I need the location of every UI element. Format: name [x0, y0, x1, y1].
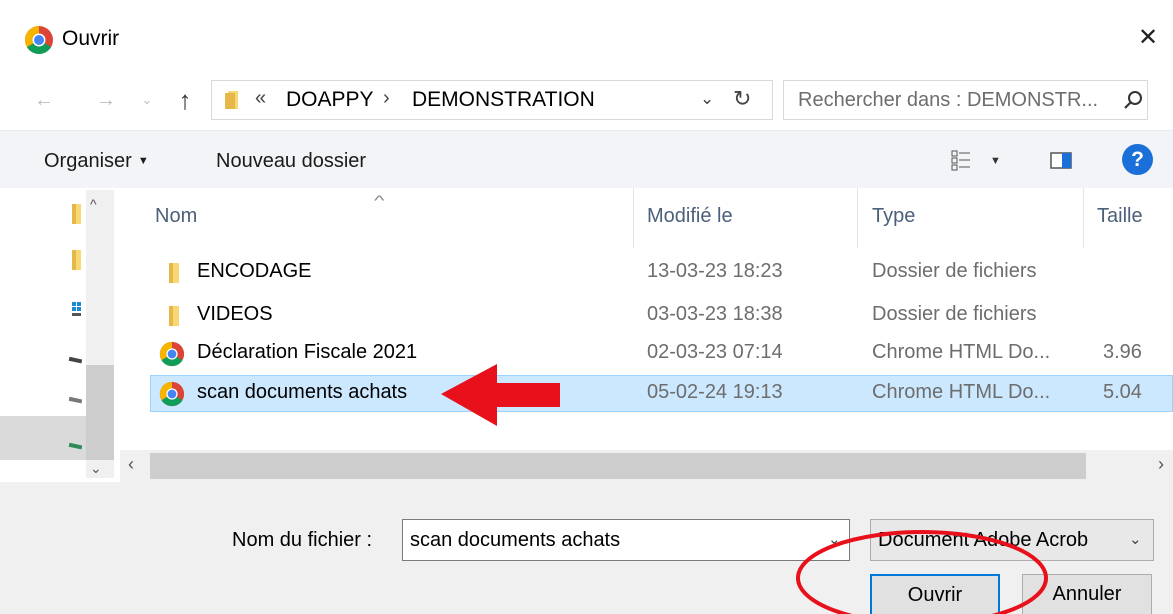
file-type: Chrome HTML Do...: [872, 341, 1051, 363]
file-row-videos[interactable]: VIDEOS 03-03-23 18:38 Dossier de fichier…: [150, 297, 1173, 334]
file-type-value: Document Adobe Acrob: [878, 529, 1089, 551]
breadcrumb-overflow[interactable]: «: [255, 87, 266, 110]
new-folder-button[interactable]: Nouveau dossier: [216, 150, 366, 173]
column-header-name[interactable]: Nom: [155, 205, 197, 228]
cancel-button[interactable]: Annuler: [1022, 574, 1152, 614]
windows-icon[interactable]: [66, 298, 82, 320]
search-input[interactable]: Rechercher dans : DEMONSTR...: [783, 80, 1148, 120]
column-divider[interactable]: [857, 188, 858, 248]
file-name: VIDEOS: [197, 303, 273, 325]
up-folder-button[interactable]: ↑: [171, 82, 199, 118]
folder-icon[interactable]: [66, 248, 82, 270]
navigation-pane: ^ ⌄: [0, 188, 115, 482]
horizontal-scrollbar[interactable]: ‹ ›: [120, 450, 1173, 482]
close-button[interactable]: ✕: [1128, 18, 1168, 58]
chevron-down-icon: ▼: [137, 155, 149, 167]
folder-icon[interactable]: [66, 202, 82, 224]
file-row-scan-documents-achats[interactable]: scan documents achats 05-02-24 19:13 Chr…: [150, 375, 1173, 412]
filename-history-dropdown[interactable]: ⌄: [828, 530, 841, 548]
file-modified: 02-03-23 07:14: [647, 341, 783, 363]
horizontal-scroll-thumb[interactable]: [150, 453, 1086, 479]
chevron-down-icon: ⌄: [1129, 531, 1142, 548]
column-header-modified[interactable]: Modifié le: [647, 205, 733, 228]
recent-locations-button[interactable]: ⌄: [137, 82, 157, 118]
file-name: ENCODAGE: [197, 260, 312, 282]
column-header-size[interactable]: Taille: [1097, 205, 1143, 228]
file-modified: 03-03-23 18:38: [647, 303, 783, 325]
search-icon[interactable]: [1122, 89, 1144, 111]
open-button[interactable]: Ouvrir: [870, 574, 1000, 614]
file-name: Déclaration Fiscale 2021: [197, 341, 418, 363]
back-button[interactable]: ←: [30, 82, 58, 118]
search-placeholder: Rechercher dans : DEMONSTR...: [798, 89, 1099, 111]
title-bar: Ouvrir ✕: [0, 0, 1173, 78]
file-type-select[interactable]: Document Adobe Acrob ⌄: [870, 519, 1154, 561]
file-size: 5.04: [1103, 381, 1142, 403]
address-history-dropdown[interactable]: ⌄: [700, 89, 720, 109]
scroll-down-icon[interactable]: ⌄: [90, 460, 102, 477]
column-header-type[interactable]: Type: [872, 205, 915, 228]
folder-icon: [169, 263, 179, 283]
forward-button[interactable]: →: [92, 82, 120, 118]
dialog-footer: Nom du fichier : ⌄ Document Adobe Acrob …: [0, 482, 1173, 614]
drive-icon[interactable]: [66, 434, 82, 456]
navigation-pane-scroll-thumb[interactable]: [86, 365, 114, 460]
folder-icon: [225, 91, 238, 109]
navigation-bar: ← → ⌄ ↑ « DOAPPY › DEMONSTRATION ⌄ ↻ Rec…: [0, 78, 1173, 124]
sort-ascending-icon: ^: [374, 192, 385, 208]
breadcrumb-doappy[interactable]: DOAPPY: [286, 88, 374, 112]
breadcrumb-separator[interactable]: ›: [383, 87, 390, 110]
view-options-icon[interactable]: [950, 149, 972, 171]
filename-field[interactable]: [402, 519, 850, 561]
column-divider[interactable]: [1083, 188, 1084, 248]
view-dropdown-icon[interactable]: ▼: [990, 155, 1001, 167]
scroll-right-icon[interactable]: ›: [1158, 454, 1164, 475]
file-type: Chrome HTML Do...: [872, 381, 1051, 403]
organise-label: Organiser: [44, 150, 132, 172]
file-type: Dossier de fichiers: [872, 303, 1037, 325]
chrome-icon: [159, 341, 185, 367]
file-name: scan documents achats: [197, 381, 408, 403]
chrome-icon: [159, 381, 185, 407]
breadcrumb-demonstration[interactable]: DEMONSTRATION: [412, 88, 595, 112]
refresh-button[interactable]: ↻: [733, 86, 757, 112]
folder-icon: [169, 306, 179, 326]
organise-menu-button[interactable]: Organiser ▼: [44, 150, 149, 173]
file-row-encodage[interactable]: ENCODAGE 13-03-23 18:23 Dossier de fichi…: [150, 254, 1173, 291]
file-list: ^ Nom Modifié le Type Taille ENCODAGE 13…: [120, 188, 1173, 482]
command-bar: Organiser ▼ Nouveau dossier ▼ ?: [0, 130, 1173, 188]
file-size: 3.96: [1103, 341, 1142, 363]
file-modified: 13-03-23 18:23: [647, 260, 783, 282]
preview-pane-icon[interactable]: [1050, 152, 1072, 169]
drive-icon[interactable]: [66, 348, 82, 370]
filename-label: Nom du fichier :: [232, 529, 373, 551]
scroll-left-icon[interactable]: ‹: [128, 454, 134, 475]
file-row-declaration-fiscale[interactable]: Déclaration Fiscale 2021 02-03-23 07:14 …: [150, 335, 1173, 372]
help-icon[interactable]: ?: [1122, 144, 1153, 175]
drive-icon[interactable]: [66, 388, 82, 410]
file-type: Dossier de fichiers: [872, 260, 1037, 282]
chrome-icon: [25, 26, 53, 54]
window-title: Ouvrir: [62, 27, 120, 50]
scroll-up-icon[interactable]: ^: [90, 196, 97, 212]
column-divider[interactable]: [633, 188, 634, 248]
address-bar[interactable]: « DOAPPY › DEMONSTRATION ⌄ ↻: [211, 80, 773, 120]
file-modified: 05-02-24 19:13: [647, 381, 783, 403]
